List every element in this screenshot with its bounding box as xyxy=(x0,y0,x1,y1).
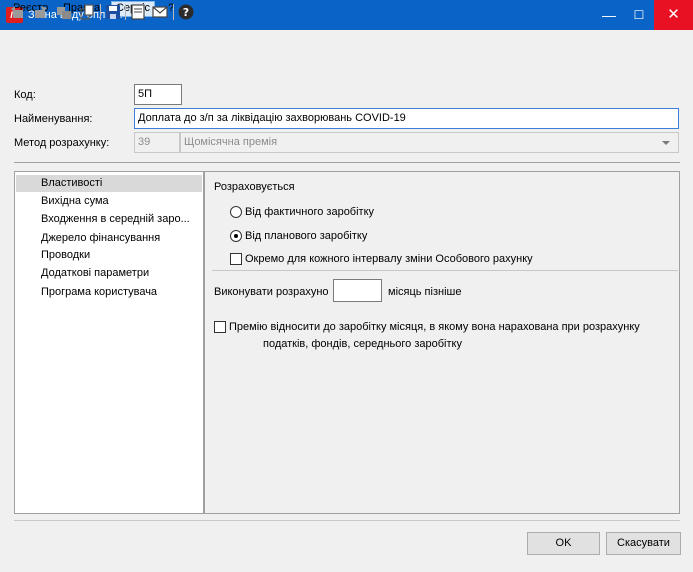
maximize-button[interactable]: ☐ xyxy=(624,0,654,30)
radio-planned-label[interactable]: Від планового заробітку xyxy=(245,229,367,243)
exec-months-field[interactable] xyxy=(333,279,382,302)
premium-label-line2[interactable]: податків, фондів, середнього заробітку xyxy=(263,337,462,351)
toolbar-separator xyxy=(125,4,126,20)
bottom-divider xyxy=(14,520,680,521)
mail-icon[interactable] xyxy=(151,3,169,21)
premium-checkbox[interactable] xyxy=(214,321,226,333)
nav-item-properties[interactable]: Властивості xyxy=(16,175,202,192)
nav-item-average-earnings[interactable]: Входження в середній заро... xyxy=(16,211,202,228)
nav-item-user-program[interactable]: Програма користувача xyxy=(16,284,202,301)
menu-bar xyxy=(0,30,693,47)
method-code-field[interactable]: 39 xyxy=(134,132,180,153)
copy-doc-icon[interactable] xyxy=(55,3,73,21)
exec-suffix: місяць пізніше xyxy=(388,286,462,298)
minimize-button[interactable]: — xyxy=(594,0,624,30)
radio-actual-label[interactable]: Від фактичного заробітку xyxy=(245,205,374,219)
ok-button[interactable]: OK xyxy=(527,532,600,555)
close-button[interactable]: ✕ xyxy=(654,0,693,30)
name-label: Найменування: xyxy=(14,113,93,125)
radio-planned[interactable] xyxy=(230,230,242,242)
method-label: Метод розрахунку: xyxy=(14,137,110,149)
radio-actual[interactable] xyxy=(230,206,242,218)
svg-text:?: ? xyxy=(183,6,189,19)
duplicate-icon[interactable] xyxy=(78,3,96,21)
toolbar-separator xyxy=(173,4,174,20)
method-select[interactable]: Щомісячна премія xyxy=(180,132,679,153)
nav-item-source-sum[interactable]: Вихідна сума xyxy=(16,193,202,210)
premium-label-line1[interactable]: Премію відносити до заробітку місяця, в … xyxy=(229,320,640,334)
code-field[interactable]: 5П xyxy=(134,84,182,105)
nav-item-postings[interactable]: Проводки xyxy=(16,247,202,264)
calc-title: Розраховується xyxy=(214,181,295,193)
cancel-button[interactable]: Скасувати xyxy=(606,532,681,555)
nav-item-funding-source[interactable]: Джерело фінансування xyxy=(16,230,202,247)
panel-divider xyxy=(212,270,678,271)
toolbar-separator xyxy=(100,4,101,20)
document-icon[interactable] xyxy=(129,3,147,21)
chevron-down-icon[interactable] xyxy=(662,141,670,145)
divider xyxy=(14,162,680,163)
edit-doc-icon[interactable] xyxy=(32,3,50,21)
nav-item-extra-params[interactable]: Додаткові параметри xyxy=(16,265,202,282)
new-doc-icon[interactable] xyxy=(9,3,27,21)
interval-checkbox-label[interactable]: Окремо для кожного інтервалу зміни Особо… xyxy=(245,252,533,266)
name-field[interactable]: Доплата до з/п за ліквідацію захворювань… xyxy=(134,108,679,129)
interval-checkbox[interactable] xyxy=(230,253,242,265)
exec-label: Виконувати розрахунок xyxy=(214,286,328,298)
help-icon[interactable]: ? xyxy=(177,3,195,21)
code-label: Код: xyxy=(14,89,36,101)
toolbar xyxy=(0,48,693,73)
save-icon[interactable] xyxy=(104,3,122,21)
